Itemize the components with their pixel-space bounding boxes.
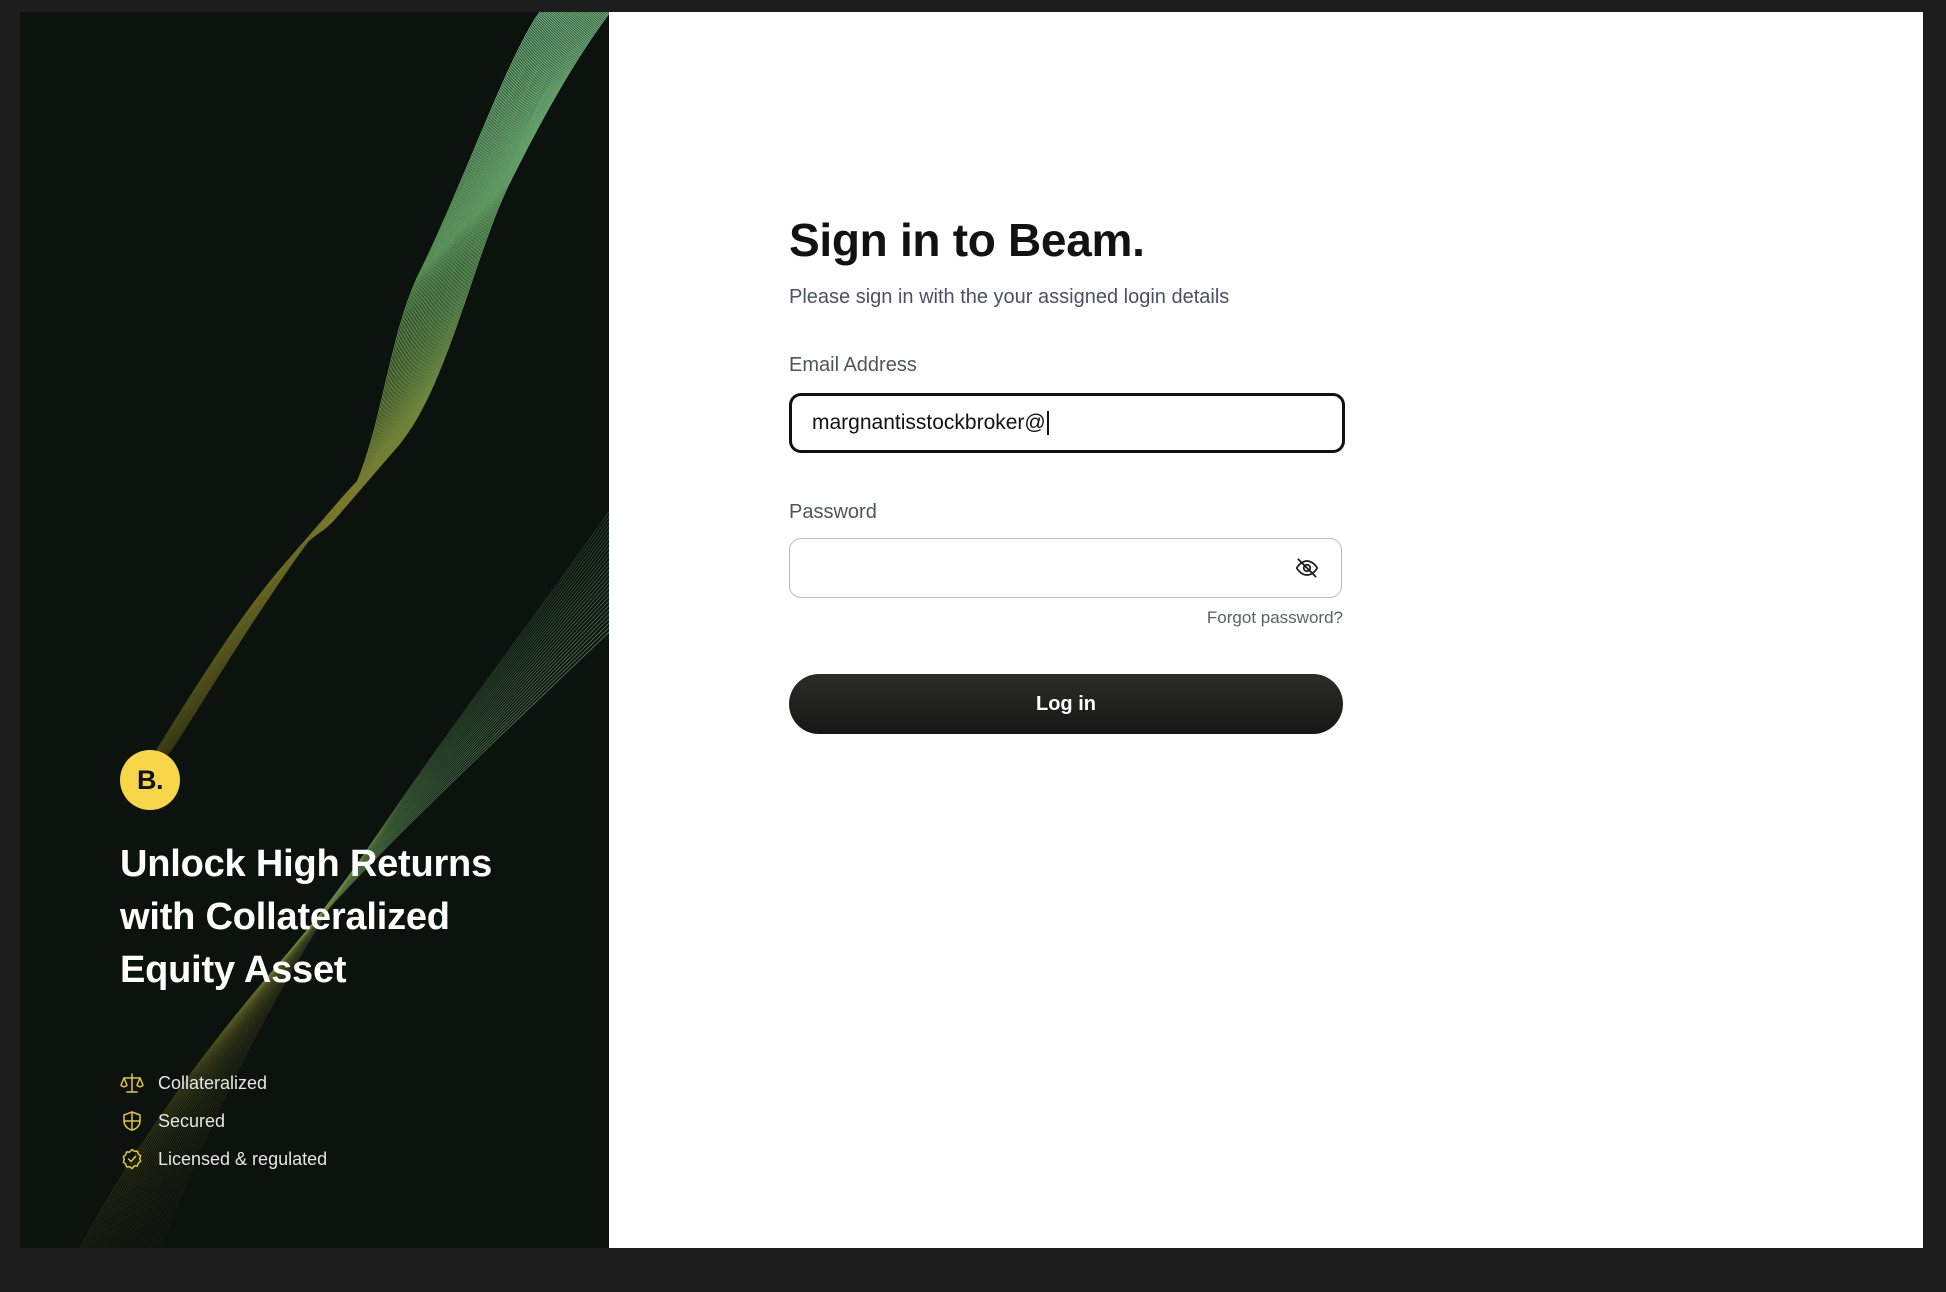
- marketing-panel: B. Unlock High Returns with Collateraliz…: [20, 12, 609, 1248]
- password-label: Password: [789, 501, 877, 523]
- forgot-password-link[interactable]: Forgot password?: [789, 608, 1343, 628]
- feature-label: Secured: [158, 1110, 226, 1131]
- feature-item-licensed: Licensed & regulated: [120, 1140, 327, 1178]
- app-window: B. Unlock High Returns with Collateraliz…: [20, 12, 1923, 1248]
- feature-item-secured: Secured: [120, 1102, 327, 1140]
- feature-item-collateralized: Collateralized: [120, 1064, 327, 1102]
- feature-label: Collateralized: [158, 1072, 268, 1093]
- email-label: Email Address: [789, 354, 917, 376]
- email-field[interactable]: margnantisstockbroker@: [789, 393, 1345, 453]
- login-button[interactable]: Log in: [789, 674, 1343, 734]
- password-field[interactable]: [789, 538, 1342, 598]
- page-subtitle: Please sign in with the your assigned lo…: [789, 286, 1230, 308]
- page-title: Sign in to Beam.: [789, 214, 1145, 266]
- badge-check-icon: [120, 1147, 144, 1171]
- scale-icon: [120, 1071, 144, 1095]
- email-value: margnantisstockbroker@: [812, 411, 1046, 434]
- brand-logo: B.: [120, 750, 180, 810]
- shield-icon: [120, 1109, 144, 1133]
- text-caret: [1046, 411, 1049, 435]
- eye-off-icon[interactable]: [1293, 554, 1321, 582]
- wave-lines-illustration: [79, 12, 609, 1248]
- hero-title: Unlock High Returns with Collateralized …: [120, 843, 493, 991]
- feature-list: Collateralized Secured Licensed & regula…: [120, 1064, 327, 1178]
- sign-in-form: Sign in to Beam. Please sign in with the…: [789, 212, 1345, 734]
- feature-label: Licensed & regulated: [158, 1148, 328, 1169]
